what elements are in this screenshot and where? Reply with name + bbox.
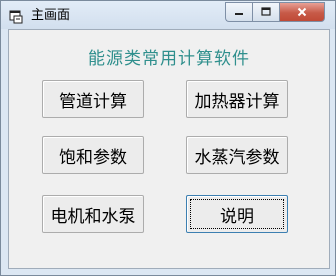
main-window: 主画面 能源类常用计算软件 管道计算 加热器计算 饱和参数 水蒸汽参数 电机和水… <box>0 0 336 276</box>
heater-calc-button[interactable]: 加热器计算 <box>186 80 288 118</box>
app-form-icon[interactable] <box>9 9 23 24</box>
steam-params-button[interactable]: 水蒸汽参数 <box>186 136 288 174</box>
window-controls <box>225 2 325 22</box>
form-client-area: 能源类常用计算软件 管道计算 加热器计算 饱和参数 水蒸汽参数 电机和水泵 说明 <box>8 29 330 269</box>
window-title: 主画面 <box>31 8 71 23</box>
app-heading: 能源类常用计算软件 <box>88 49 250 69</box>
title-bar[interactable]: 主画面 <box>1 1 335 29</box>
minimize-icon <box>235 13 243 15</box>
close-icon <box>297 7 307 17</box>
instructions-button[interactable]: 说明 <box>186 195 288 233</box>
saturation-params-button[interactable]: 饱和参数 <box>42 136 144 174</box>
maximize-button[interactable] <box>252 2 279 22</box>
motor-pump-button[interactable]: 电机和水泵 <box>42 195 144 233</box>
pipe-calc-button[interactable]: 管道计算 <box>42 80 144 118</box>
minimize-button[interactable] <box>225 2 252 22</box>
maximize-icon <box>261 7 271 16</box>
close-button[interactable] <box>279 2 325 22</box>
